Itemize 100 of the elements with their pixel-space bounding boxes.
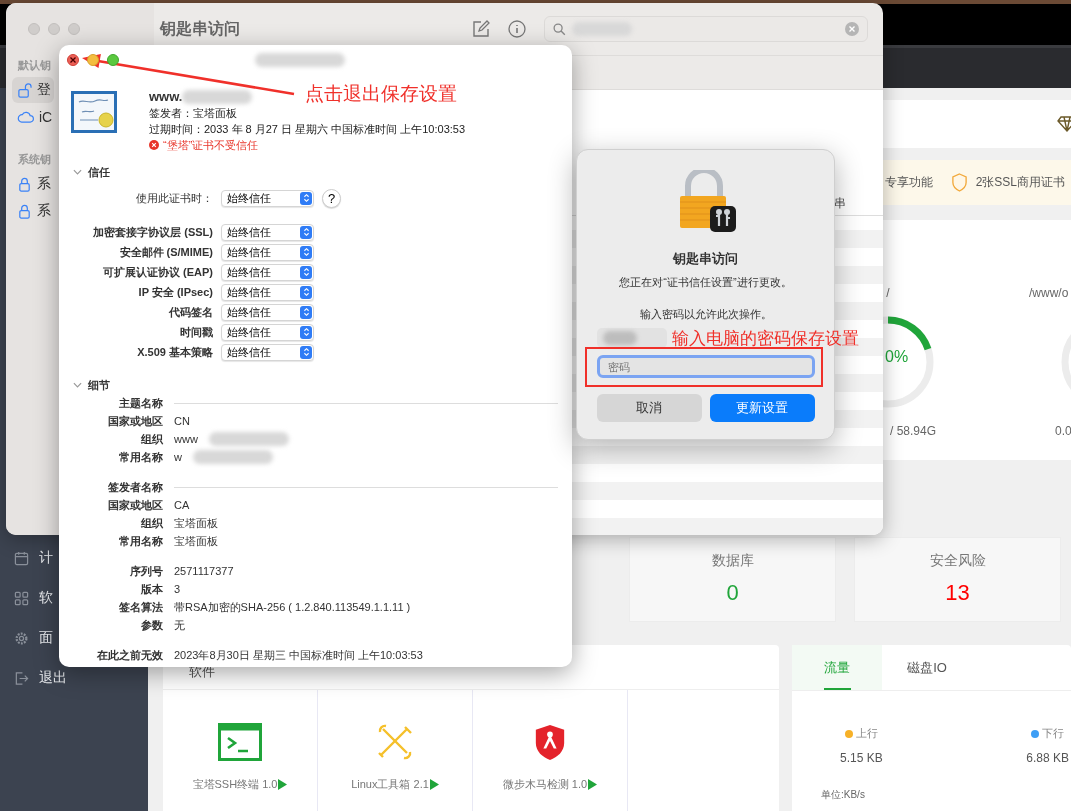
field-value: 2571117377 <box>174 565 234 577</box>
password-field[interactable]: 密码 <box>596 355 815 378</box>
dialog-title: 钥匙串访问 <box>673 250 738 268</box>
section-title: 细节 <box>88 377 110 393</box>
unit-label: 单位:KB/s <box>821 788 865 802</box>
warning-text: “堡塔”证书不受信任 <box>163 138 259 153</box>
stat-card[interactable]: 数据库 0 <box>629 537 836 622</box>
rate-value: 6.88 KB <box>1026 751 1069 765</box>
keychain-item[interactable]: 登 <box>12 77 54 103</box>
trust-popup[interactable]: 始终信任 <box>221 303 314 321</box>
terminal-icon <box>218 723 262 761</box>
keychain-item[interactable]: 系 <box>12 171 54 197</box>
dialog-message: 您正在对“证书信任设置”进行更改。 <box>619 275 792 290</box>
clear-icon[interactable] <box>845 22 859 36</box>
software-name: 宝塔SSH终端 1.0 <box>192 777 278 792</box>
field-label: IP 安全 (IPsec) <box>137 284 213 300</box>
stepper-icon <box>300 325 312 339</box>
field-label: 组织 <box>140 431 163 447</box>
info-icon[interactable] <box>508 20 526 38</box>
stepper-icon <box>300 265 312 279</box>
window-title: 钥匙串访问 <box>160 18 241 39</box>
field-value: 带RSA加密的SHA-256 ( 1.2.840.113549.1.1.11 ) <box>174 599 411 615</box>
field-label: 版本 <box>140 581 163 597</box>
cancel-button[interactable]: 取消 <box>596 394 702 422</box>
software-item[interactable]: 微步木马检测 1.0 <box>473 690 628 811</box>
trust-popup[interactable]: 始终信任 <box>221 323 314 341</box>
cloud-icon <box>17 110 34 124</box>
grid-icon <box>14 590 29 606</box>
field-label: 加密套接字协议层 (SSL) <box>92 224 213 240</box>
keychain-item[interactable]: 系 <box>12 198 54 224</box>
field-value: CN <box>174 415 190 427</box>
close-button[interactable] <box>67 54 79 66</box>
field-label: 国家或地区 <box>107 497 163 513</box>
chevron-icon[interactable] <box>73 382 82 388</box>
diamond-icon <box>1057 116 1071 132</box>
username-field[interactable] <box>597 328 667 348</box>
field-value: w <box>174 451 182 463</box>
field-value: 2023年8月30日 星期三 中国标准时间 上午10:03:53 <box>174 647 423 663</box>
field-label: 安全邮件 (S/MIME) <box>118 244 213 260</box>
software-name: 微步木马检测 1.0 <box>502 777 588 792</box>
field-value: 宝塔面板 <box>174 533 218 549</box>
sidebar-section-title: 默认钥 <box>17 58 52 73</box>
help-button[interactable]: ? <box>322 188 341 208</box>
trust-popup[interactable]: 始终信任 <box>221 283 314 301</box>
error-icon <box>149 140 159 150</box>
field-label: 参数 <box>140 617 163 633</box>
stepper-icon <box>300 305 312 319</box>
play-icon <box>588 779 598 790</box>
zoom-button[interactable] <box>107 54 119 66</box>
annotation-text: 输入电脑的密码保存设置 <box>672 328 859 350</box>
sidebar-item[interactable]: 退出 <box>0 658 69 698</box>
mount-path: /www/o <box>1029 286 1069 300</box>
certificate-name: www. <box>149 89 183 105</box>
field-label: 在此之前无效 <box>96 647 163 663</box>
trust-popup[interactable]: 始终信任 <box>221 263 314 281</box>
rate-value: 5.15 KB <box>840 751 883 765</box>
trust-popup[interactable]: 始终信任 <box>221 223 314 241</box>
feature-label: 2张SSL商用证书 <box>975 174 1065 191</box>
field-value: www <box>174 433 198 445</box>
close-icon <box>69 56 77 64</box>
minimize-button[interactable] <box>87 54 99 66</box>
keychain-item[interactable]: iC <box>12 104 56 130</box>
software-item[interactable]: 宝塔SSH终端 1.0 <box>163 690 318 811</box>
play-icon <box>278 779 288 790</box>
trust-popup[interactable]: 始终信任 <box>221 343 314 361</box>
update-button[interactable]: 更新设置 <box>709 394 815 422</box>
unlocked-padlock-icon <box>17 82 32 98</box>
calendar-icon <box>14 550 29 566</box>
field-label: 序列号 <box>129 563 163 579</box>
certificate-icon <box>70 90 118 134</box>
field-label: 可扩展认证协议 (EAP) <box>102 264 213 280</box>
padlock-icon <box>17 203 32 219</box>
ssl-shield-icon <box>950 173 968 192</box>
trust-popup[interactable]: 始终信任 <box>221 189 314 207</box>
stepper-icon <box>300 245 312 259</box>
sidebar-section-title: 系统钥 <box>17 152 52 167</box>
play-icon <box>429 779 439 790</box>
search-icon <box>553 22 566 36</box>
rate-label: 下行 <box>1042 726 1065 741</box>
software-item[interactable]: Linux工具箱 2.1 <box>318 690 473 811</box>
stat-label: 安全风险 <box>929 552 986 570</box>
annotation-text: 点击退出保存设置 <box>305 82 457 106</box>
sidebar-item[interactable]: 软 <box>0 578 55 618</box>
trust-popup[interactable]: 始终信任 <box>221 243 314 261</box>
mount-path: / <box>886 286 890 300</box>
sidebar-item[interactable]: 计 <box>0 538 55 578</box>
expiry-text: 过期时间：2033 年 8 月27 日 星期六 中国标准时间 上午10:03:53 <box>149 122 466 137</box>
section-title: 信任 <box>88 164 110 180</box>
chevron-icon[interactable] <box>73 169 82 175</box>
sidebar-item[interactable]: 面 <box>0 618 55 658</box>
stat-card[interactable]: 安全风险 13 <box>854 537 1061 622</box>
field-value: CA <box>174 499 190 511</box>
feature-label: 专享功能 <box>884 174 933 191</box>
stat-value: 13 <box>945 580 970 606</box>
compose-icon[interactable] <box>472 20 490 38</box>
field-value: 3 <box>174 583 181 595</box>
field-label: 常用名称 <box>118 533 163 549</box>
search-field[interactable] <box>544 16 868 42</box>
stat-value: 0 <box>726 580 739 606</box>
padlock-icon <box>17 176 32 192</box>
